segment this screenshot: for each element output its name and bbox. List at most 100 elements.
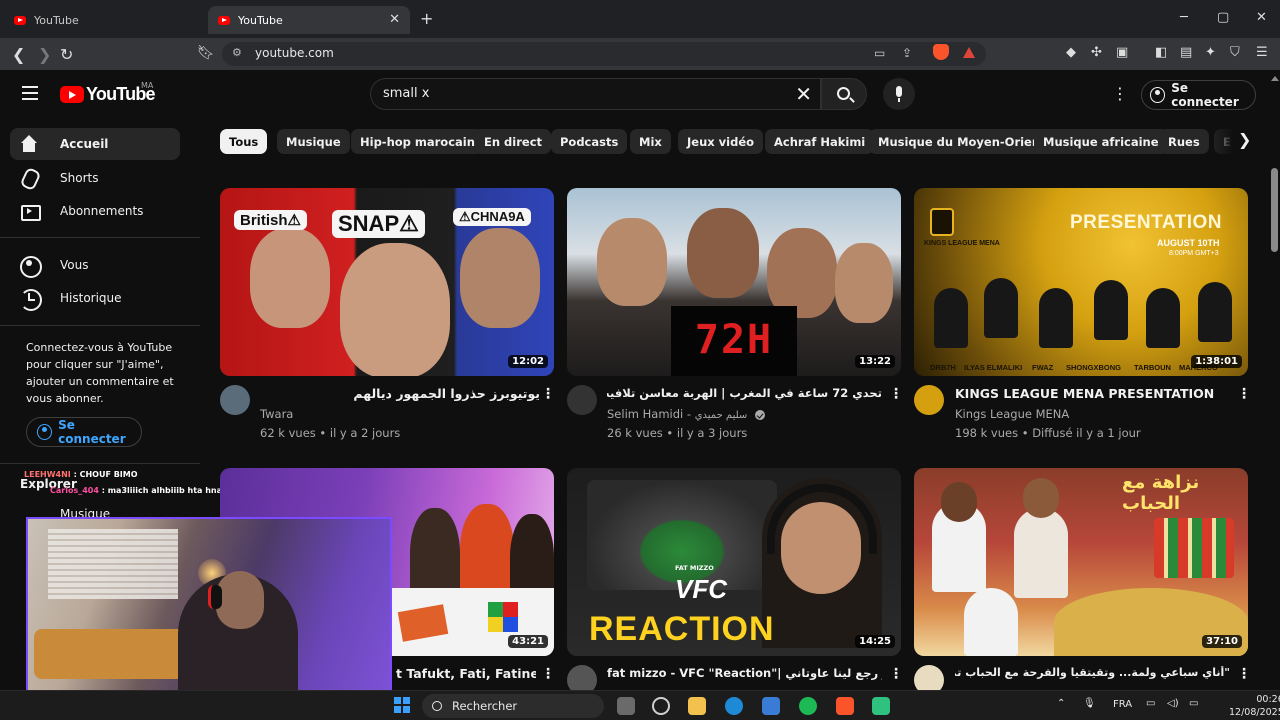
brave-icon[interactable]: [836, 697, 854, 715]
brave-rewards-icon[interactable]: [963, 47, 975, 58]
chip[interactable]: Musique africaine: [1034, 129, 1168, 154]
chip[interactable]: Rues: [1159, 129, 1209, 154]
system-clock[interactable]: 00:26 12/08/2025: [1229, 693, 1280, 719]
store-icon[interactable]: [762, 697, 780, 715]
video-duration: 37:10: [1202, 635, 1242, 648]
voice-search-icon[interactable]: [883, 78, 915, 110]
battery-icon[interactable]: ▭: [1189, 698, 1198, 709]
vpn-icon[interactable]: ⛉: [1230, 45, 1240, 60]
video-thumbnail[interactable]: نزاهة مع الحباب 37:10: [914, 468, 1248, 656]
video-thumbnail[interactable]: KINGS LEAGUE MENA PRESENTATION AUGUST 10…: [914, 188, 1248, 376]
sidebar-item-shorts[interactable]: Shorts: [10, 162, 180, 194]
video-more-icon[interactable]: ⋮: [541, 666, 555, 682]
video-more-icon[interactable]: ⋮: [541, 386, 555, 402]
chip[interactable]: En direct: [475, 129, 552, 154]
video-title[interactable]: KINGS LEAGUE MENA PRESENTATION: [955, 386, 1235, 401]
channel-avatar[interactable]: [914, 385, 944, 415]
volume-icon[interactable]: ◁): [1167, 698, 1179, 709]
thumb-text: ⚠CHNA9A: [453, 208, 531, 226]
video-title[interactable]: "أناي سباعي ولمة... وتقيتقيا والفرحة مع …: [955, 666, 1230, 679]
close-window-button[interactable]: ✕: [1256, 10, 1267, 25]
puzzle-icon[interactable]: ✣: [1091, 45, 1102, 60]
menu-icon[interactable]: ☰: [1256, 45, 1268, 60]
clear-search-icon[interactable]: ✕: [795, 82, 812, 106]
video-title[interactable]: يوتيوبرز حذروا الجمهور ديالهم: [260, 386, 540, 401]
app-icon[interactable]: [872, 697, 890, 715]
browser-tab[interactable]: YouTube: [4, 6, 204, 34]
bookmark-icon[interactable]: 🔖︎: [197, 45, 215, 61]
chip[interactable]: Jeux vidéo: [678, 129, 764, 154]
thumb-text: SHONGXBONG: [1066, 363, 1122, 372]
video-title[interactable]: t Tafukt, Fati, Fatine,: [396, 666, 536, 681]
chip-all[interactable]: Tous: [220, 129, 268, 154]
scroll-up-arrow[interactable]: [1271, 76, 1279, 81]
cast-icon[interactable]: ▭: [874, 46, 885, 60]
maximize-button[interactable]: ▢: [1217, 10, 1229, 25]
guide-menu-icon[interactable]: [22, 86, 38, 104]
youtube-logo[interactable]: YouTube MA: [60, 81, 156, 105]
back-icon[interactable]: ❮: [12, 45, 25, 64]
channel-name[interactable]: Twara: [260, 407, 293, 421]
windows-start-icon[interactable]: [394, 697, 410, 713]
screenshot-icon[interactable]: ▣: [1116, 45, 1128, 60]
scrollbar-thumb[interactable]: [1271, 168, 1278, 252]
share-icon[interactable]: ⇪: [902, 46, 912, 60]
channel-name[interactable]: Selim Hamidi - سليم حميدي: [607, 407, 765, 421]
signin-button[interactable]: Se connecter: [1141, 80, 1256, 110]
channel-name[interactable]: Kings League MENA: [955, 407, 1069, 421]
search-button[interactable]: [821, 78, 867, 110]
sidebar-item-home[interactable]: Accueil: [10, 128, 180, 160]
spotify-icon[interactable]: [799, 697, 817, 715]
sidebar-item-subscriptions[interactable]: Abonnements: [10, 195, 180, 227]
video-thumbnail[interactable]: British⚠ SNAP⚠ ⚠CHNA9A 12:02: [220, 188, 554, 376]
chip[interactable]: Mix: [630, 129, 671, 154]
site-settings-icon[interactable]: ⚙: [232, 46, 242, 59]
sidebar-item-you[interactable]: Vous: [10, 249, 180, 281]
video-more-icon[interactable]: ⋮: [889, 666, 903, 682]
reload-icon[interactable]: ↻: [60, 45, 73, 64]
file-explorer-icon[interactable]: [688, 697, 706, 715]
video-title[interactable]: تحدي 72 ساعة في المغرب | الهربة معاسن تل…: [607, 386, 882, 400]
webcam-overlay: [26, 517, 392, 690]
settings-more-icon[interactable]: ⋮: [1112, 84, 1128, 103]
chip[interactable]: Podcasts: [551, 129, 628, 154]
leo-ai-icon[interactable]: ✦: [1205, 45, 1216, 60]
extension-icon[interactable]: ◆: [1066, 45, 1076, 60]
video-thumbnail[interactable]: FAT MIZZO VFC REACTION 14:25: [567, 468, 901, 656]
browser-tab-active[interactable]: YouTube ✕: [208, 6, 410, 34]
sidebar-toggle-icon[interactable]: ◧: [1155, 45, 1167, 60]
chip[interactable]: Hip-hop marocain: [351, 129, 484, 154]
video-more-icon[interactable]: ⋮: [889, 386, 903, 402]
video-thumbnail[interactable]: 72H 13:22: [567, 188, 901, 376]
sidebar-item-history[interactable]: Historique: [10, 282, 180, 314]
search-input[interactable]: small x: [383, 86, 429, 101]
sidebar-signin-button[interactable]: Se connecter: [26, 417, 142, 447]
close-tab-icon[interactable]: ✕: [389, 12, 400, 27]
brave-shields-icon[interactable]: [933, 44, 949, 60]
chevron-right-icon[interactable]: ❯: [1238, 130, 1251, 149]
chip[interactable]: Musique du Moyen-Orient: [869, 129, 1055, 154]
edge-icon[interactable]: [725, 697, 743, 715]
video-more-icon[interactable]: ⋮: [1237, 666, 1251, 682]
minimize-button[interactable]: ─: [1180, 10, 1188, 25]
window-blinds: [48, 529, 178, 599]
wallet-icon[interactable]: ▤: [1180, 45, 1192, 60]
display-icon[interactable]: ▭: [1146, 698, 1155, 709]
chip[interactable]: Achraf Hakimi: [765, 129, 875, 154]
search-box[interactable]: small x ✕: [370, 78, 821, 110]
channel-avatar[interactable]: [567, 385, 597, 415]
video-title[interactable]: fat mizzo - VFC "Reaction"| ها هو رجع لي…: [607, 666, 882, 680]
forward-icon[interactable]: ❯: [38, 45, 51, 64]
chevron-up-icon[interactable]: ⌃: [1057, 698, 1065, 709]
taskbar-search[interactable]: Rechercher: [422, 694, 604, 718]
task-view-icon[interactable]: [617, 697, 635, 715]
thumb-person: [250, 228, 330, 328]
language-indicator[interactable]: FRA: [1113, 699, 1132, 710]
chip[interactable]: Musique: [277, 129, 350, 154]
microphone-icon[interactable]: 🎙︎: [1083, 698, 1096, 709]
channel-avatar[interactable]: [220, 385, 250, 415]
video-more-icon[interactable]: ⋮: [1237, 386, 1251, 402]
new-tab-button[interactable]: +: [420, 9, 433, 28]
address-bar[interactable]: ⚙ youtube.com ▭ ⇪: [222, 42, 986, 66]
widget-icon[interactable]: [652, 697, 670, 715]
